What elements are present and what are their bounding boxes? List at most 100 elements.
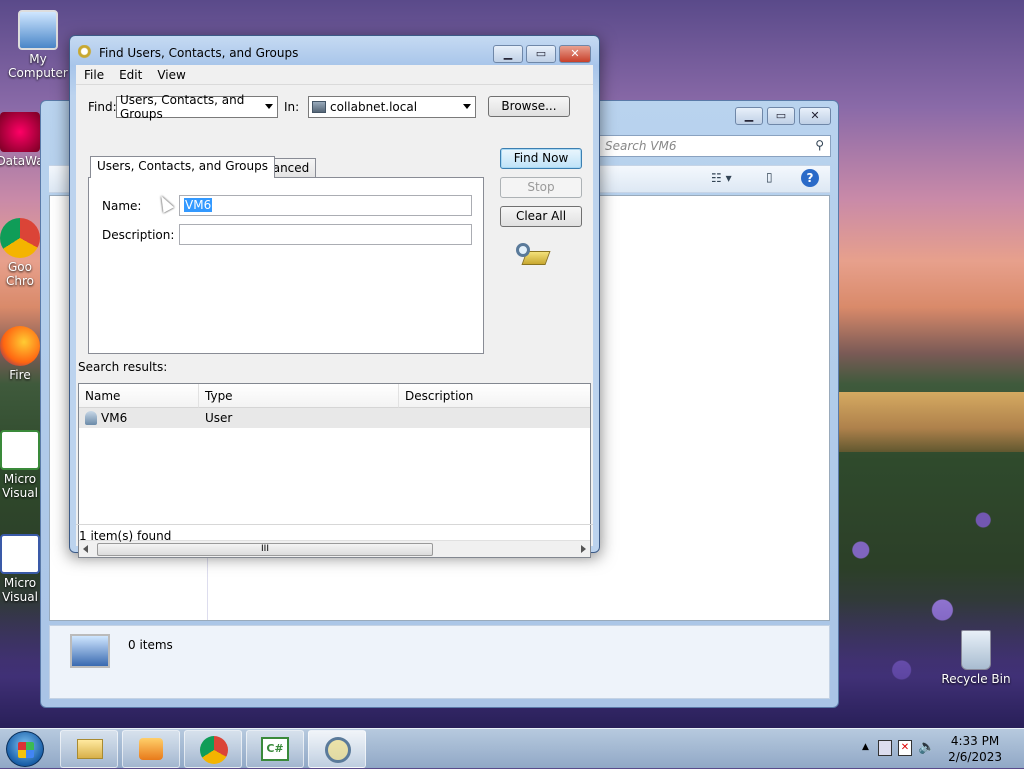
stop-button[interactable]: Stop (500, 177, 582, 198)
start-button[interactable] (6, 731, 44, 767)
explorer-close-button[interactable]: ✕ (799, 107, 831, 125)
csharp-icon: C# (261, 737, 289, 761)
search-results-label: Search results: (78, 360, 168, 374)
find-magnifier-icon (325, 737, 351, 763)
in-label: In: (284, 100, 300, 114)
chrome-icon (0, 218, 40, 258)
mouse-cursor-icon (155, 193, 175, 213)
status-text: 1 item(s) found (79, 529, 172, 543)
dialog-close-button[interactable]: ✕ (559, 45, 591, 63)
action-center-icon[interactable]: ✕ (898, 740, 912, 756)
search-icon: ⚲ (815, 138, 824, 152)
clock[interactable]: 4:33 PM 2/6/2023 (948, 733, 1002, 765)
taskbar-explorer[interactable] (60, 730, 118, 768)
chevron-down-icon (265, 104, 273, 109)
desktop-icon-label: Fire (9, 368, 31, 382)
dialog-body: Find: Users, Contacts, and Groups In: co… (76, 85, 593, 558)
datawa-icon (0, 112, 40, 152)
menu-edit[interactable]: Edit (119, 68, 142, 82)
dialog-minimize-button[interactable]: ▁ (493, 45, 523, 63)
user-icon (85, 411, 97, 425)
search-placeholder: Search VM6 (605, 139, 677, 153)
table-row[interactable]: VM6 User (79, 408, 590, 428)
chrome-icon (200, 736, 228, 764)
row-type: User (205, 411, 233, 425)
close-icon: ✕ (570, 47, 580, 60)
explorer-maximize-button[interactable]: ▭ (767, 107, 795, 125)
desktop-icon-label: My Computer (8, 52, 68, 80)
explorer-minimize-button[interactable]: ▁ (735, 107, 763, 125)
chevron-down-icon (463, 104, 471, 109)
menu-view[interactable]: View (157, 68, 185, 82)
taskbar: C# ▲ ✕ 🔈 4:33 PM 2/6/2023 (0, 728, 1024, 768)
desktop-icon-recycle-bin[interactable]: Recycle Bin (936, 630, 1016, 686)
system-tray: ▲ ✕ 🔈 4:33 PM 2/6/2023 (844, 729, 1024, 769)
minimize-icon: ▁ (503, 47, 513, 60)
explorer-details-pane: 0 items (49, 625, 830, 699)
media-player-icon (139, 738, 163, 760)
description-input[interactable] (179, 224, 472, 245)
menu-file[interactable]: File (84, 68, 104, 82)
browse-button[interactable]: Browse... (488, 96, 570, 117)
desktop-icon-label: DataWa (0, 154, 44, 168)
clock-time: 4:33 PM (950, 734, 1000, 748)
taskbar-chrome[interactable] (184, 730, 242, 768)
find-users-dialog[interactable]: Find Users, Contacts, and Groups ▁ ▭ ✕ F… (69, 35, 600, 558)
csharp-project-icon (0, 430, 40, 470)
volume-icon[interactable]: 🔈 (918, 739, 935, 755)
minimize-icon: ▁ (744, 109, 754, 122)
name-input-value: VM6 (184, 198, 213, 212)
close-icon: ✕ (810, 109, 820, 122)
column-header-name[interactable]: Name (79, 384, 199, 408)
menu-bar: File Edit View (76, 65, 593, 85)
find-type-select[interactable]: Users, Contacts, and Groups (116, 93, 278, 121)
find-label: Find: (88, 100, 117, 114)
desktop-icon-my-computer[interactable]: My Computer (0, 10, 76, 80)
taskbar-csharp-project[interactable]: C# (246, 730, 304, 768)
find-now-button[interactable]: Find Now (500, 148, 582, 169)
in-location-value: collabnet.local (330, 100, 418, 114)
column-header-description[interactable]: Description (399, 384, 590, 408)
clear-all-button[interactable]: Clear All (500, 206, 582, 227)
item-count: 0 items (128, 638, 173, 652)
search-animation-icon (516, 243, 551, 271)
name-label: Name: (102, 199, 142, 213)
taskbar-find-users[interactable] (308, 730, 366, 768)
tab-panel: Name: VM6 Description: (88, 177, 484, 354)
firefox-icon (0, 326, 40, 366)
find-type-value: Users, Contacts, and Groups (120, 93, 245, 121)
computer-icon (70, 634, 110, 668)
help-icon[interactable]: ? (801, 169, 819, 187)
maximize-icon: ▭ (535, 47, 547, 60)
in-location-select[interactable]: collabnet.local (308, 96, 476, 118)
vb-project-icon (0, 534, 40, 574)
explorer-search-input[interactable]: Search VM6 ⚲ (598, 135, 831, 157)
row-name: VM6 (101, 411, 128, 425)
taskbar-media-player[interactable] (122, 730, 180, 768)
view-options-icon[interactable]: ☷ ▾ (711, 171, 732, 185)
find-magnifier-icon (78, 45, 94, 61)
scroll-left-icon[interactable] (83, 545, 88, 553)
computer-icon (18, 10, 58, 50)
dialog-title: Find Users, Contacts, and Groups (99, 46, 299, 60)
folder-icon (77, 739, 103, 759)
maximize-icon: ▭ (775, 109, 787, 122)
domain-icon (312, 101, 326, 113)
preview-pane-icon[interactable]: ▯ (766, 170, 773, 184)
show-hidden-icons-icon[interactable]: ▲ (862, 742, 869, 752)
desktop-icon-label: Micro Visual (2, 576, 38, 604)
scroll-right-icon[interactable] (581, 545, 586, 553)
windows-logo-icon (18, 742, 34, 758)
desktop-icon-label: Goo Chro (6, 260, 34, 288)
clock-date: 2/6/2023 (948, 750, 1002, 764)
name-input[interactable]: VM6 (179, 195, 472, 216)
recycle-bin-icon (961, 630, 991, 670)
tab-users-contacts-groups[interactable]: Users, Contacts, and Groups (90, 156, 275, 178)
dialog-maximize-button[interactable]: ▭ (526, 45, 556, 63)
desktop-icon-label: Recycle Bin (941, 672, 1011, 686)
dialog-title-bar: Find Users, Contacts, and Groups (78, 44, 298, 62)
column-header-type[interactable]: Type (199, 384, 399, 408)
desktop-icon-label: Micro Visual (2, 472, 38, 500)
network-icon[interactable] (878, 740, 892, 756)
dialog-status-bar: 1 item(s) found (76, 524, 593, 546)
